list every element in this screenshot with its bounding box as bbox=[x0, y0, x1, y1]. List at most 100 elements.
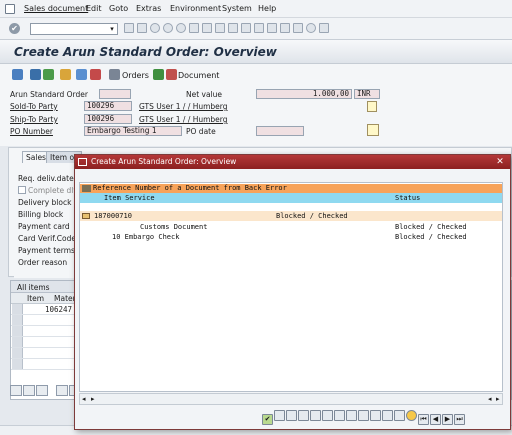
po-number-field[interactable]: Embargo Testing 1 bbox=[84, 126, 182, 136]
filter-icon[interactable] bbox=[310, 410, 321, 421]
layout-icon[interactable] bbox=[370, 410, 381, 421]
document-flow-icon[interactable] bbox=[153, 69, 164, 80]
row-material: 6247 bbox=[54, 305, 73, 314]
last-page-icon[interactable]: ⏭ bbox=[454, 414, 465, 425]
scroll-left-icon[interactable]: ◂ bbox=[82, 395, 86, 403]
find-icon[interactable] bbox=[274, 410, 285, 421]
previous-page-icon[interactable] bbox=[241, 23, 251, 33]
ship-to-field[interactable]: 100296 bbox=[84, 114, 132, 124]
select-all-icon[interactable] bbox=[55, 385, 68, 396]
next-page-icon[interactable]: ▶ bbox=[442, 414, 453, 425]
scroll-right-icon[interactable]: ▸ bbox=[91, 395, 95, 403]
menu-goto[interactable]: Goto bbox=[109, 4, 128, 13]
find-icon[interactable] bbox=[202, 23, 212, 33]
shortcut-icon[interactable] bbox=[293, 23, 303, 33]
row-selector[interactable] bbox=[12, 304, 23, 314]
enter-check-icon[interactable]: ✔ bbox=[9, 23, 20, 34]
insert-row-icon[interactable] bbox=[23, 385, 35, 396]
complete-delivery-label: Complete dlv. bbox=[28, 186, 80, 195]
schedule-icon[interactable] bbox=[90, 69, 101, 80]
folder-icon[interactable] bbox=[82, 213, 90, 219]
previous-page-icon[interactable]: ◀ bbox=[430, 414, 441, 425]
help-icon[interactable] bbox=[406, 410, 417, 421]
ship-to-description: GTS User 1 / / Humberg bbox=[139, 115, 228, 124]
scroll-left-icon[interactable]: ◂ bbox=[488, 395, 492, 403]
command-field[interactable]: ▾ bbox=[30, 23, 118, 35]
dialog-toolbar: ✔ ⏮ ◀ ▶ ⏭ bbox=[262, 410, 466, 425]
menu-edit[interactable]: Edit bbox=[86, 4, 102, 13]
row-selector[interactable] bbox=[12, 359, 23, 369]
order-number-field[interactable] bbox=[99, 89, 131, 99]
tree-row-text: 187000710 bbox=[94, 212, 132, 220]
menu-help[interactable]: Help bbox=[258, 4, 276, 13]
menu-environment[interactable]: Environment bbox=[170, 4, 221, 13]
availability-icon[interactable] bbox=[76, 69, 87, 80]
first-page-icon[interactable] bbox=[228, 23, 238, 33]
horizontal-scrollbar[interactable]: ◂ ▸ ◂ ▸ bbox=[79, 393, 503, 405]
po-date-field[interactable] bbox=[256, 126, 304, 136]
app-menu-icon[interactable] bbox=[5, 4, 15, 14]
card-verif-code-label: Card Verif.Code bbox=[18, 234, 76, 243]
delete-row-icon[interactable] bbox=[36, 385, 48, 396]
tree-row[interactable]: 10 Embargo Check Blocked / Checked bbox=[80, 232, 502, 242]
header-icon[interactable] bbox=[30, 69, 41, 80]
node-icon bbox=[82, 184, 91, 192]
net-value-label: Net value bbox=[186, 90, 223, 99]
sum-icon[interactable] bbox=[322, 410, 333, 421]
complete-delivery-checkbox[interactable] bbox=[18, 186, 26, 194]
orders-button[interactable]: Orders bbox=[122, 71, 149, 80]
system-toolbar-icons bbox=[124, 23, 329, 33]
tree-row[interactable]: Customs Document Blocked / Checked bbox=[80, 222, 502, 232]
cancel-icon[interactable] bbox=[176, 23, 186, 33]
menu-extras[interactable]: Extras bbox=[136, 4, 161, 13]
sold-to-field[interactable]: 100296 bbox=[84, 101, 132, 111]
chevron-down-icon[interactable]: ▾ bbox=[107, 24, 117, 34]
orders-icon[interactable] bbox=[109, 69, 120, 80]
expand-icon[interactable] bbox=[124, 23, 134, 33]
edit-icon[interactable] bbox=[367, 124, 379, 136]
col-item: Item bbox=[27, 294, 45, 303]
export-icon[interactable] bbox=[358, 410, 369, 421]
display-icon[interactable] bbox=[12, 69, 23, 80]
sold-to-label: Sold-To Party bbox=[10, 102, 58, 111]
exit-icon[interactable] bbox=[163, 23, 173, 33]
currency-field: INR bbox=[354, 89, 380, 99]
document-button[interactable]: Document bbox=[178, 71, 219, 80]
row-selector[interactable] bbox=[12, 348, 23, 358]
partner-icon[interactable] bbox=[43, 69, 54, 80]
layout-icon[interactable] bbox=[319, 23, 329, 33]
application-toolbar: Orders Document bbox=[0, 64, 512, 86]
back-icon[interactable] bbox=[150, 23, 160, 33]
tree-row-status: Blocked / Checked bbox=[395, 233, 467, 241]
new-session-icon[interactable] bbox=[280, 23, 290, 33]
tree-row[interactable]: 187000710 Blocked / Checked bbox=[80, 211, 502, 221]
next-page-icon[interactable] bbox=[254, 23, 264, 33]
print-icon[interactable] bbox=[346, 410, 357, 421]
subtotal-icon[interactable] bbox=[334, 410, 345, 421]
find-next-icon[interactable] bbox=[215, 23, 225, 33]
menu-bar: Sales document Edit Goto Extras Environm… bbox=[0, 0, 512, 18]
business-data-icon[interactable] bbox=[60, 69, 71, 80]
help-icon[interactable] bbox=[306, 23, 316, 33]
print-icon[interactable] bbox=[189, 23, 199, 33]
row-selector[interactable] bbox=[12, 337, 23, 347]
close-icon[interactable]: ✕ bbox=[494, 155, 506, 169]
document-icon[interactable] bbox=[367, 101, 377, 112]
first-page-icon[interactable]: ⏮ bbox=[418, 414, 429, 425]
sort-descending-icon[interactable] bbox=[298, 410, 309, 421]
tree-row-text: 10 Embargo Check bbox=[112, 233, 180, 241]
row-selector[interactable] bbox=[12, 326, 23, 336]
menu-sales-document[interactable]: Sales document bbox=[24, 4, 88, 13]
select-layout-icon[interactable] bbox=[394, 410, 405, 421]
row-selector[interactable] bbox=[12, 315, 23, 325]
sort-ascending-icon[interactable] bbox=[286, 410, 297, 421]
document-icon[interactable] bbox=[166, 69, 177, 80]
confirm-check-icon[interactable]: ✔ bbox=[262, 414, 273, 425]
details-icon[interactable] bbox=[382, 410, 393, 421]
scroll-right-icon[interactable]: ▸ bbox=[496, 395, 500, 403]
last-page-icon[interactable] bbox=[267, 23, 277, 33]
menu-system[interactable]: System bbox=[222, 4, 252, 13]
item-detail-icon[interactable] bbox=[10, 385, 22, 396]
save-icon[interactable] bbox=[137, 23, 147, 33]
billing-block-label: Billing block bbox=[18, 210, 64, 219]
